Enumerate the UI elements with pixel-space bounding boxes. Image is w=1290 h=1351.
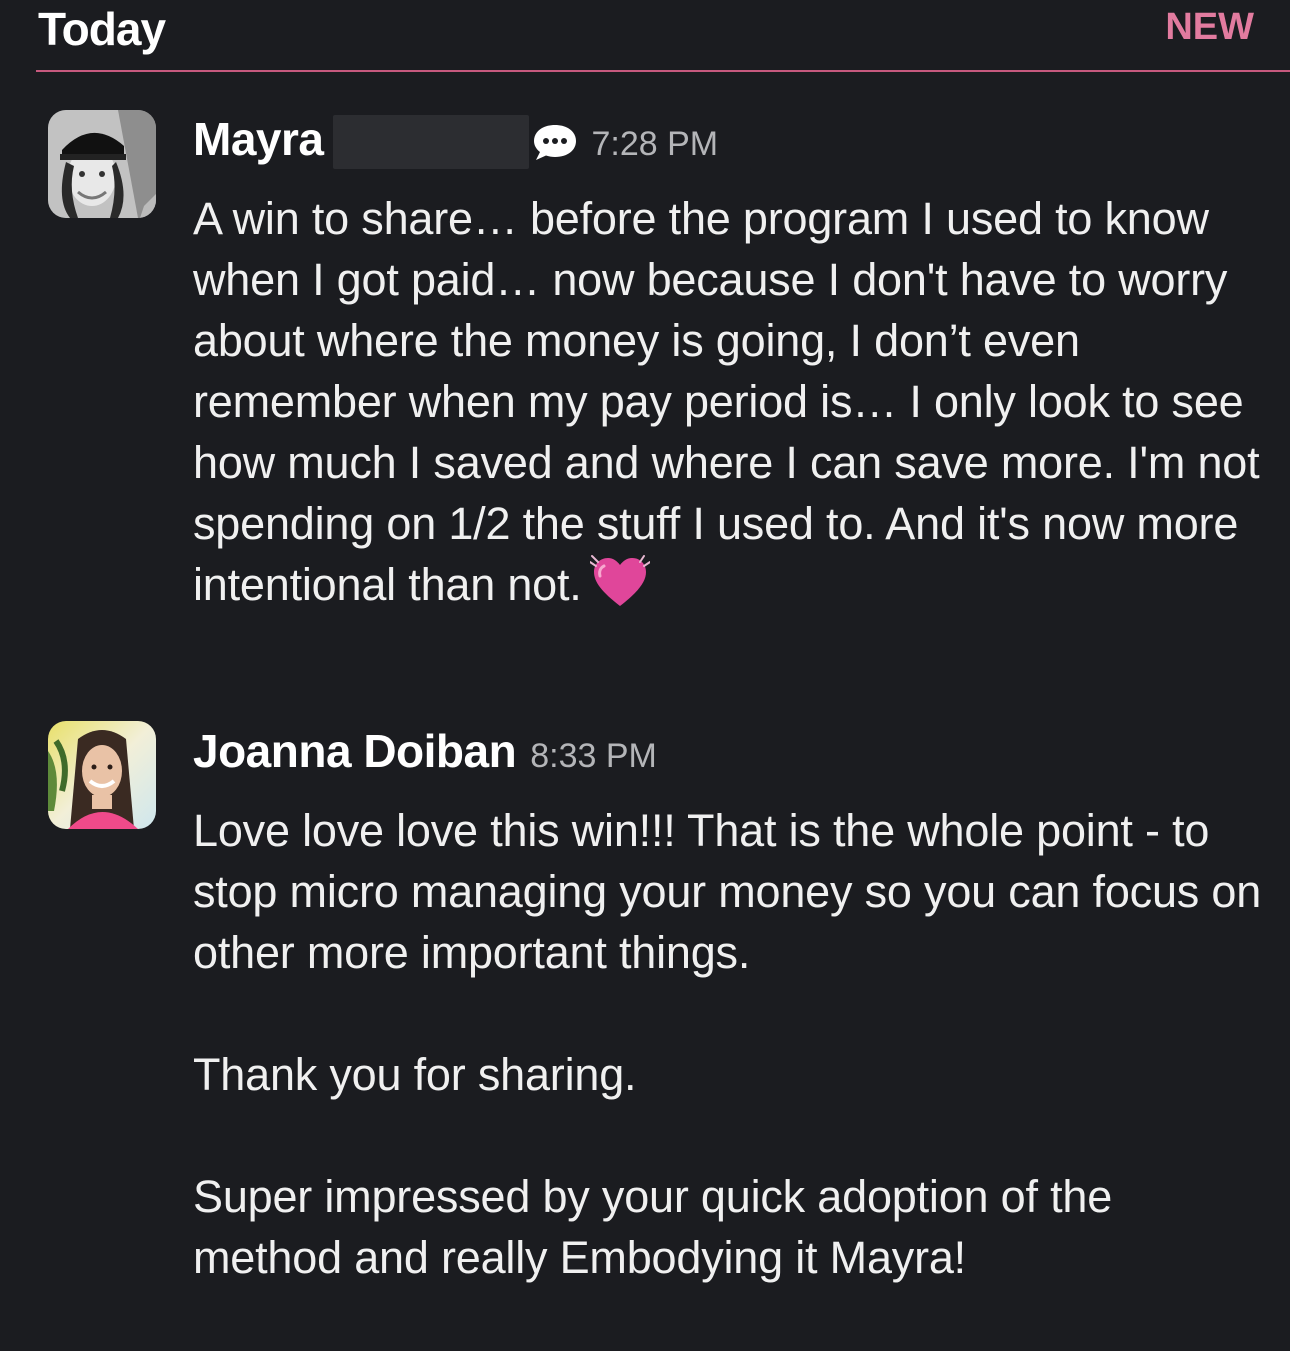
heart-icon: [589, 555, 650, 606]
message-paragraph: Thank you for sharing.: [193, 1049, 637, 1100]
date-divider: Today NEW: [36, 0, 1290, 72]
avatar[interactable]: [48, 110, 156, 218]
message-text: A win to share… before the program I use…: [193, 188, 1273, 615]
message-text: Love love love this win!!! That is the w…: [193, 800, 1273, 1288]
message-paragraph: Super impressed by your quick adoption o…: [193, 1171, 1113, 1283]
speech-bubble-icon: [534, 125, 577, 160]
author-name[interactable]: Mayra: [193, 112, 324, 166]
message-header: Mayra 7:28 PM: [193, 112, 718, 172]
message-paragraph: Love love love this win!!! That is the w…: [193, 805, 1262, 978]
redacted-name: [333, 115, 530, 169]
message-timestamp[interactable]: 7:28 PM: [591, 125, 718, 164]
date-divider-label: Today: [38, 3, 166, 55]
message-timestamp[interactable]: 8:33 PM: [530, 737, 657, 776]
author-name[interactable]: Joanna Doiban: [193, 724, 517, 778]
avatar[interactable]: [48, 721, 156, 829]
message-paragraph: A win to share… before the program I use…: [193, 193, 1260, 610]
message-header: Joanna Doiban 8:33 PM: [193, 724, 657, 784]
new-messages-badge: NEW: [1165, 6, 1254, 48]
